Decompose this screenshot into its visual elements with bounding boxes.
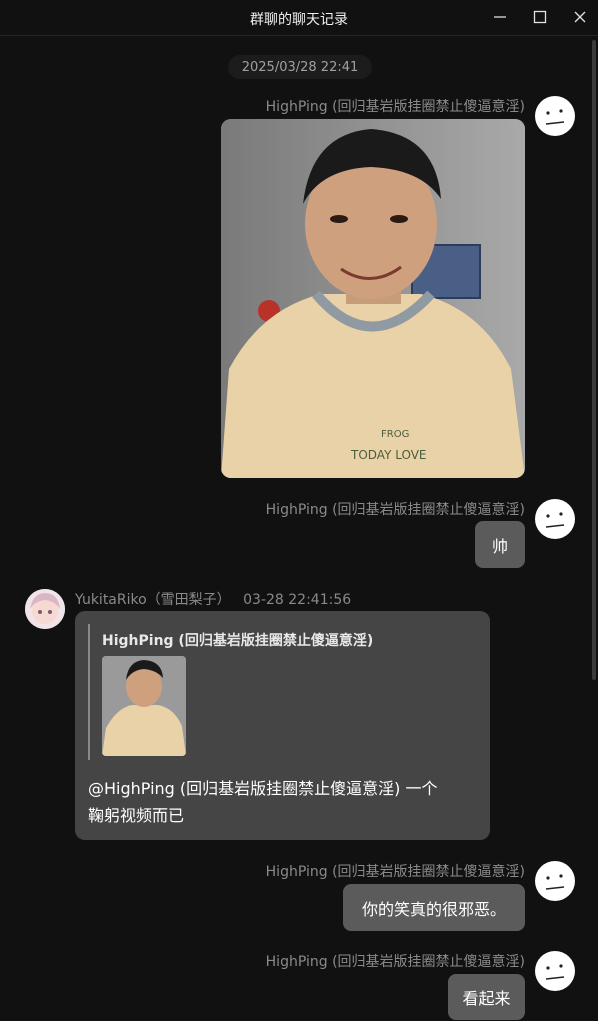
sender-name: YukitaRiko（雪田梨子） [75, 592, 231, 608]
reply-message-bubble[interactable]: HighPing (回归基岩版挂圈禁止傻逼意淫) @HighPing (回归基岩… [75, 611, 490, 840]
neutral-face-icon [545, 964, 565, 980]
photo-thumbnail-illustration [102, 656, 186, 756]
avatar[interactable] [535, 96, 575, 136]
quote-bar [88, 624, 90, 760]
scrollbar[interactable] [592, 40, 596, 680]
sender-name: HighPing (回归基岩版挂圈禁止傻逼意淫) [265, 864, 525, 880]
quoted-sender: HighPing (回归基岩版挂圈禁止傻逼意淫) [102, 633, 374, 649]
close-icon [574, 11, 586, 23]
photo-boy-illustration: FROG TODAY LOVE [221, 119, 525, 478]
close-button[interactable] [562, 4, 598, 30]
neutral-face-icon [545, 512, 565, 528]
avatar[interactable] [535, 951, 575, 991]
svg-text:TODAY LOVE: TODAY LOVE [350, 448, 427, 462]
maximize-button[interactable] [522, 4, 558, 30]
anime-girl-avatar-icon [25, 589, 65, 629]
sender-header: YukitaRiko（雪田梨子） 03-28 22:41:56 [75, 589, 351, 609]
reply-text: @HighPing (回归基岩版挂圈禁止傻逼意淫) 一个 鞠躬视频而已 [88, 775, 478, 829]
svg-text:FROG: FROG [381, 429, 409, 440]
neutral-face-icon [545, 109, 565, 125]
quoted-image-thumbnail[interactable] [102, 656, 186, 756]
sender-name: HighPing (回归基岩版挂圈禁止傻逼意淫) [265, 954, 525, 970]
sender-name: HighPing (回归基岩版挂圈禁止傻逼意淫) [265, 502, 525, 518]
avatar[interactable] [25, 589, 65, 629]
message-bubble[interactable]: 你的笑真的很邪恶。 [343, 884, 525, 931]
message-bubble[interactable]: 帅 [475, 521, 525, 568]
neutral-face-icon [545, 874, 565, 890]
minimize-icon [494, 16, 506, 18]
title-bar: 群聊的聊天记录 [0, 0, 598, 36]
minimize-button[interactable] [482, 4, 518, 30]
sender-name: HighPing (回归基岩版挂圈禁止傻逼意淫) [265, 99, 525, 115]
message-bubble[interactable]: 看起来 [448, 974, 525, 1020]
reply-text-line: 鞠躬视频而已 [88, 806, 185, 825]
time-divider: 2025/03/28 22:41 [228, 55, 372, 79]
reply-text-line: @HighPing (回归基岩版挂圈禁止傻逼意淫) 一个 [88, 779, 438, 798]
avatar[interactable] [535, 861, 575, 901]
message-time: 03-28 22:41:56 [243, 592, 352, 608]
maximize-icon [533, 10, 547, 24]
message-image[interactable]: FROG TODAY LOVE [221, 119, 525, 478]
avatar[interactable] [535, 499, 575, 539]
